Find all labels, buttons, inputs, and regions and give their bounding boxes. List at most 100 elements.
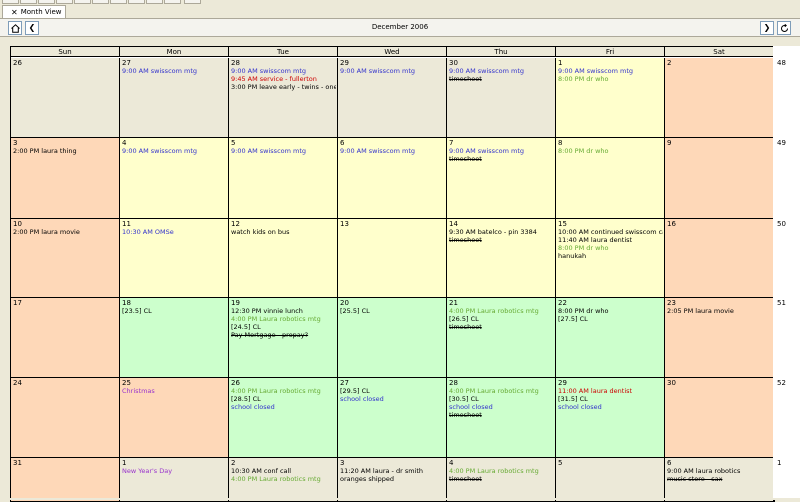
- calendar-event[interactable]: [25.5] CL: [340, 307, 445, 315]
- next-month-button[interactable]: ❯: [760, 21, 774, 35]
- calendar-event[interactable]: 4:00 PM Laura robotics mtg: [231, 387, 336, 395]
- day-cell[interactable]: 23 2:05 PM laura movie: [665, 298, 774, 378]
- calendar-event[interactable]: 9:00 AM swisscom mtg: [340, 147, 445, 155]
- day-cell[interactable]: 12 watch kids on bus: [229, 219, 338, 298]
- day-cell[interactable]: 29 11:00 AM laura dentist [31.5] CL school …: [556, 378, 665, 458]
- calendar-event[interactable]: [28.5] CL: [231, 395, 336, 403]
- calendar-event[interactable]: 8:00 PM dr who: [558, 244, 663, 252]
- day-cell[interactable]: 29 9:00 AM swisscom mtg: [338, 58, 447, 138]
- day-cell[interactable]: 10 2:00 PM laura movie: [11, 219, 120, 298]
- refresh-button[interactable]: [777, 21, 791, 35]
- calendar-event[interactable]: 8:00 PM dr who: [558, 75, 663, 83]
- tab-month-view[interactable]: ✕ Month View: [2, 5, 66, 18]
- calendar-event[interactable]: school closed: [231, 403, 336, 411]
- calendar-event[interactable]: timesheet: [449, 75, 554, 83]
- calendar-event[interactable]: 10:30 AM OMSe: [122, 228, 227, 236]
- calendar-event[interactable]: school closed: [558, 403, 663, 411]
- toolbar-button[interactable]: [164, 0, 181, 4]
- toolbar-button[interactable]: [2, 0, 19, 4]
- day-cell[interactable]: 15 10:00 AM continued swisscom call 11:40 …: [556, 219, 665, 298]
- day-cell[interactable]: 3 11:20 AM laura - dr smith oranges shippe…: [338, 458, 447, 501]
- calendar-event[interactable]: 9:00 AM swisscom mtg: [449, 147, 554, 155]
- day-cell[interactable]: 20 [25.5] CL: [338, 298, 447, 378]
- toolbar-button[interactable]: [74, 0, 91, 4]
- day-cell[interactable]: 27 9:00 AM swisscom mtg: [120, 58, 229, 138]
- calendar-event[interactable]: 4:00 PM Laura robotics mtg: [449, 467, 554, 475]
- calendar-event[interactable]: 3:00 PM leave early - twins - one ca: [231, 83, 336, 91]
- day-cell[interactable]: 3 2:00 PM laura thing: [11, 138, 120, 219]
- calendar-event[interactable]: 9:00 AM swisscom mtg: [122, 67, 227, 75]
- day-cell[interactable]: 5: [556, 458, 665, 501]
- week-number[interactable]: 51: [777, 299, 786, 307]
- day-cell[interactable]: 22 8:00 PM dr who [27.5] CL: [556, 298, 665, 378]
- day-cell[interactable]: 16: [665, 219, 774, 298]
- day-cell[interactable]: 18 [23.5] CL: [120, 298, 229, 378]
- toolbar-button[interactable]: [110, 0, 127, 4]
- calendar-event[interactable]: hanukah: [558, 252, 663, 260]
- day-cell[interactable]: 26: [11, 58, 120, 138]
- calendar-event[interactable]: 8:00 PM dr who: [558, 307, 663, 315]
- day-cell[interactable]: 26 4:00 PM Laura robotics mtg [28.5] CL sch…: [229, 378, 338, 458]
- calendar-event[interactable]: 9:00 AM swisscom mtg: [231, 67, 336, 75]
- day-cell[interactable]: 19 12:30 PM vinnie lunch 4:00 PM Laura rob…: [229, 298, 338, 378]
- calendar-event[interactable]: [23.5] CL: [122, 307, 227, 315]
- calendar-event[interactable]: 12:30 PM vinnie lunch: [231, 307, 336, 315]
- day-cell[interactable]: 9: [665, 138, 774, 219]
- day-cell[interactable]: 5 9:00 AM swisscom mtg: [229, 138, 338, 219]
- calendar-event[interactable]: Pay Mortgage - propay?: [231, 331, 336, 339]
- day-cell[interactable]: 11 10:30 AM OMSe: [120, 219, 229, 298]
- week-number[interactable]: 50: [777, 220, 786, 228]
- toolbar-button[interactable]: [92, 0, 109, 4]
- calendar-event[interactable]: [24.5] CL: [231, 323, 336, 331]
- calendar-event[interactable]: 11:20 AM laura - dr smith: [340, 467, 445, 475]
- calendar-event[interactable]: Christmas: [122, 387, 227, 395]
- calendar-event[interactable]: [30.5] CL: [449, 395, 554, 403]
- calendar-event[interactable]: timesheet: [449, 155, 554, 163]
- day-cell[interactable]: 17: [11, 298, 120, 378]
- calendar-event[interactable]: 9:45 AM service - fullerton: [231, 75, 336, 83]
- day-cell[interactable]: 6 9:00 AM laura robotics music store - sax: [665, 458, 774, 501]
- calendar-event[interactable]: 9:00 AM laura robotics: [667, 467, 772, 475]
- day-cell[interactable]: 4 9:00 AM swisscom mtg: [120, 138, 229, 219]
- day-cell[interactable]: 30 9:00 AM swisscom mtg timesheet: [447, 58, 556, 138]
- week-number[interactable]: 1: [777, 459, 781, 467]
- week-number[interactable]: 49: [777, 139, 786, 147]
- calendar-event[interactable]: 9:00 AM swisscom mtg: [122, 147, 227, 155]
- calendar-event[interactable]: 9:00 AM swisscom mtg: [340, 67, 445, 75]
- calendar-event[interactable]: 11:40 AM laura dentist: [558, 236, 663, 244]
- day-cell[interactable]: 1 9:00 AM swisscom mtg 8:00 PM dr who: [556, 58, 665, 138]
- calendar-event[interactable]: [29.5] CL: [340, 387, 445, 395]
- calendar-event[interactable]: 2:05 PM laura movie: [667, 307, 772, 315]
- calendar-event[interactable]: 8:00 PM dr who: [558, 147, 663, 155]
- calendar-event[interactable]: school closed: [340, 395, 445, 403]
- calendar-event[interactable]: 4:00 PM Laura robotics mtg: [231, 475, 336, 483]
- day-cell[interactable]: 24: [11, 378, 120, 458]
- calendar-event[interactable]: timesheet: [449, 475, 554, 483]
- toolbar-button[interactable]: [184, 0, 201, 4]
- calendar-event[interactable]: New Year's Day: [122, 467, 227, 475]
- close-icon[interactable]: ✕: [11, 8, 18, 17]
- calendar-event[interactable]: [31.5] CL: [558, 395, 663, 403]
- calendar-event[interactable]: 10:00 AM continued swisscom call: [558, 228, 663, 236]
- day-cell[interactable]: 21 4:00 PM Laura robotics mtg [26.5] CL tim…: [447, 298, 556, 378]
- day-cell[interactable]: 28 9:00 AM swisscom mtg 9:45 AM service - …: [229, 58, 338, 138]
- calendar-event[interactable]: 2:00 PM laura thing: [13, 147, 118, 155]
- calendar-event[interactable]: oranges shipped: [340, 475, 445, 483]
- day-cell[interactable]: 28 4:00 PM Laura robotics mtg [30.5] CL sch…: [447, 378, 556, 458]
- day-cell[interactable]: 27 [29.5] CL school closed: [338, 378, 447, 458]
- calendar-event[interactable]: timesheet: [449, 323, 554, 331]
- toolbar-button[interactable]: [56, 0, 73, 4]
- day-cell[interactable]: 2: [665, 58, 774, 138]
- day-cell[interactable]: 13: [338, 219, 447, 298]
- calendar-event[interactable]: 4:00 PM Laura robotics mtg: [449, 387, 554, 395]
- calendar-event[interactable]: 9:00 AM swisscom mtg: [231, 147, 336, 155]
- toolbar-button[interactable]: [20, 0, 37, 4]
- day-cell[interactable]: 2 10:30 AM conf call 4:00 PM Laura robotic…: [229, 458, 338, 501]
- day-cell[interactable]: 14 9:30 AM batelco - pin 3384 timesheet: [447, 219, 556, 298]
- day-cell[interactable]: 1 New Year's Day: [120, 458, 229, 501]
- calendar-event[interactable]: 9:00 AM swisscom mtg: [558, 67, 663, 75]
- calendar-event[interactable]: [27.5] CL: [558, 315, 663, 323]
- calendar-event[interactable]: 9:30 AM batelco - pin 3384: [449, 228, 554, 236]
- calendar-event[interactable]: 9:00 AM swisscom mtg: [449, 67, 554, 75]
- week-number[interactable]: 52: [777, 379, 786, 387]
